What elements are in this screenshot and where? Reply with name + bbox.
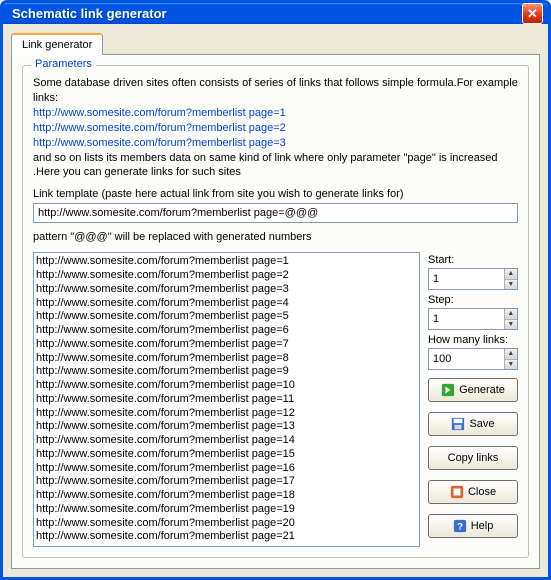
intro-text: Some database driven sites often consist… bbox=[33, 76, 518, 106]
generated-links-list[interactable]: http://www.somesite.com/forum?memberlist… bbox=[33, 252, 420, 547]
list-item[interactable]: http://www.somesite.com/forum?memberlist… bbox=[36, 489, 417, 503]
start-label: Start: bbox=[428, 254, 518, 266]
example-link-2: http://www.somesite.com/forum?memberlist… bbox=[33, 121, 518, 136]
count-spinner[interactable]: ▲ ▼ bbox=[428, 348, 518, 370]
list-item[interactable]: http://www.somesite.com/forum?memberlist… bbox=[36, 448, 417, 462]
help-label: Help bbox=[471, 520, 494, 532]
close-icon: ✕ bbox=[527, 6, 538, 22]
arrow-right-icon bbox=[441, 383, 455, 397]
tab-strip: Link generator bbox=[11, 32, 540, 54]
step-input[interactable] bbox=[429, 309, 504, 329]
template-input[interactable] bbox=[33, 203, 518, 223]
list-item[interactable]: http://www.somesite.com/forum?memberlist… bbox=[36, 283, 417, 297]
fieldset-legend: Parameters bbox=[31, 58, 96, 70]
window-title: Schematic link generator bbox=[8, 6, 522, 21]
list-item[interactable]: http://www.somesite.com/forum?memberlist… bbox=[36, 297, 417, 311]
list-item[interactable]: http://www.somesite.com/forum?memberlist… bbox=[36, 462, 417, 476]
close-button[interactable]: Close bbox=[428, 480, 518, 504]
tab-link-generator[interactable]: Link generator bbox=[11, 33, 103, 55]
count-label: How many links: bbox=[428, 334, 518, 346]
list-item[interactable]: http://www.somesite.com/forum?memberlist… bbox=[36, 393, 417, 407]
tab-panel: Parameters Some database driven sites of… bbox=[11, 54, 540, 569]
spin-down-icon[interactable]: ▼ bbox=[504, 320, 517, 330]
generate-button[interactable]: Generate bbox=[428, 378, 518, 402]
help-icon: ? bbox=[453, 519, 467, 533]
step-spinner[interactable]: ▲ ▼ bbox=[428, 308, 518, 330]
spin-up-icon[interactable]: ▲ bbox=[504, 309, 517, 320]
list-item[interactable]: http://www.somesite.com/forum?memberlist… bbox=[36, 352, 417, 366]
main-row: http://www.somesite.com/forum?memberlist… bbox=[33, 252, 518, 547]
list-item[interactable]: http://www.somesite.com/forum?memberlist… bbox=[36, 503, 417, 517]
copy-label: Copy links bbox=[448, 452, 499, 464]
app-window: Schematic link generator ✕ Link generato… bbox=[0, 0, 551, 580]
spin-down-icon[interactable]: ▼ bbox=[504, 280, 517, 290]
copy-links-button[interactable]: Copy links bbox=[428, 446, 518, 470]
list-item[interactable]: http://www.somesite.com/forum?memberlist… bbox=[36, 255, 417, 269]
example-link-3: http://www.somesite.com/forum?memberlist… bbox=[33, 136, 518, 151]
spin-down-icon[interactable]: ▼ bbox=[504, 360, 517, 370]
close-window-button[interactable]: ✕ bbox=[522, 3, 543, 24]
titlebar: Schematic link generator ✕ bbox=[3, 3, 548, 24]
count-input[interactable] bbox=[429, 349, 504, 369]
stop-icon bbox=[450, 485, 464, 499]
floppy-icon bbox=[451, 417, 465, 431]
save-label: Save bbox=[469, 418, 494, 430]
list-item[interactable]: http://www.somesite.com/forum?memberlist… bbox=[36, 310, 417, 324]
list-item[interactable]: http://www.somesite.com/forum?memberlist… bbox=[36, 324, 417, 338]
list-item[interactable]: http://www.somesite.com/forum?memberlist… bbox=[36, 530, 417, 544]
start-input[interactable] bbox=[429, 269, 504, 289]
client-area: Link generator Parameters Some database … bbox=[3, 24, 548, 577]
side-column: Start: ▲ ▼ Step: ▲ bbox=[428, 252, 518, 547]
list-item[interactable]: http://www.somesite.com/forum?memberlist… bbox=[36, 379, 417, 393]
step-label: Step: bbox=[428, 294, 518, 306]
parameters-fieldset: Parameters Some database driven sites of… bbox=[22, 65, 529, 558]
list-item[interactable]: http://www.somesite.com/forum?memberlist… bbox=[36, 338, 417, 352]
list-item[interactable]: http://www.somesite.com/forum?memberlist… bbox=[36, 269, 417, 283]
start-spinner[interactable]: ▲ ▼ bbox=[428, 268, 518, 290]
list-item[interactable]: http://www.somesite.com/forum?memberlist… bbox=[36, 407, 417, 421]
list-item[interactable]: http://www.somesite.com/forum?memberlist… bbox=[36, 517, 417, 531]
spin-up-icon[interactable]: ▲ bbox=[504, 349, 517, 360]
explain-text: and so on lists its members data on same… bbox=[33, 151, 518, 181]
help-button[interactable]: ? Help bbox=[428, 514, 518, 538]
example-link-1: http://www.somesite.com/forum?memberlist… bbox=[33, 106, 518, 121]
generate-label: Generate bbox=[459, 384, 505, 396]
svg-text:?: ? bbox=[457, 522, 463, 533]
save-button[interactable]: Save bbox=[428, 412, 518, 436]
close-label: Close bbox=[468, 486, 496, 498]
template-label: Link template (paste here actual link fr… bbox=[33, 188, 518, 200]
spin-up-icon[interactable]: ▲ bbox=[504, 269, 517, 280]
list-item[interactable]: http://www.somesite.com/forum?memberlist… bbox=[36, 475, 417, 489]
list-item[interactable]: http://www.somesite.com/forum?memberlist… bbox=[36, 420, 417, 434]
pattern-note: pattern "@@@" will be replaced with gene… bbox=[33, 231, 518, 243]
list-item[interactable]: http://www.somesite.com/forum?memberlist… bbox=[36, 365, 417, 379]
list-item[interactable]: http://www.somesite.com/forum?memberlist… bbox=[36, 434, 417, 448]
